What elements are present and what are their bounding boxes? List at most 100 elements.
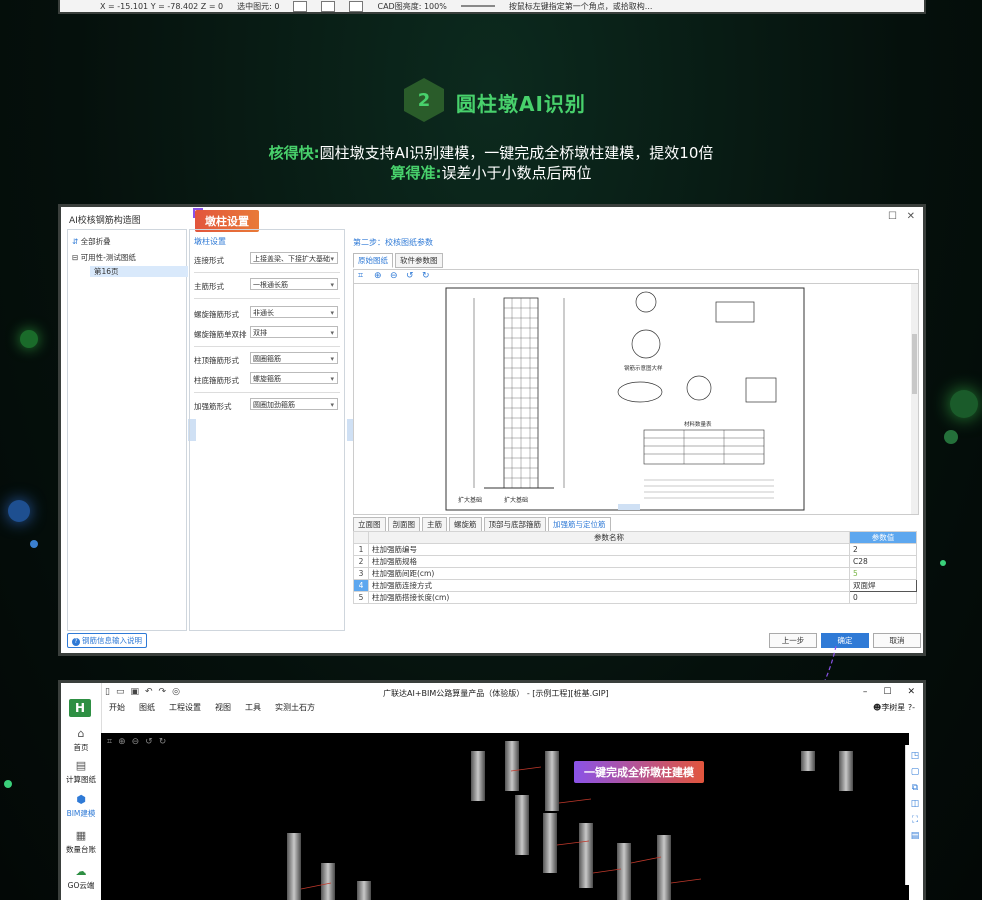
sidebar-item-cloud[interactable]: ☁ GO云端 xyxy=(61,865,101,891)
setting-select[interactable]: 双排 xyxy=(250,326,338,338)
sidebar-item-ledger[interactable]: ▦ 数量台账 xyxy=(61,829,101,855)
table-row: 5 柱加强筋搭接长度(cm) 0 xyxy=(353,591,917,604)
tab-elevation[interactable]: 立面图 xyxy=(353,517,386,532)
help-icon[interactable]: ?- xyxy=(908,703,915,712)
tab-original-drawing[interactable]: 原始图纸 xyxy=(353,253,393,268)
menu-item[interactable]: 图纸 xyxy=(139,702,155,713)
help-button[interactable]: ? 钢筋信息输入说明 xyxy=(67,633,147,648)
tab-top-bottom-stirrup[interactable]: 顶部与底部箍筋 xyxy=(483,517,546,532)
canvas-toolbar: ⌗ ⊕ ⊖ ↺ ↻ xyxy=(107,737,166,747)
param-value[interactable]: 5 xyxy=(849,567,917,580)
setting-spiral-form: 螺旋箍筋形式 非通长 xyxy=(194,306,340,320)
new-icon[interactable]: ▯ xyxy=(105,687,110,697)
param-value[interactable]: 0 xyxy=(849,591,917,604)
sidebar-item-drawings[interactable]: ▤ 计算图纸 xyxy=(61,759,101,785)
close-icon[interactable]: ✕ xyxy=(907,211,915,222)
bim-app-window: H ⌂ 首页 ▤ 计算图纸 ⬢ BIM建模 ▦ 数量台账 ☁ GO云端 ▯ ▭ ▣ ↶ ↷ ◎ 广联… xyxy=(58,680,926,900)
tab-software-drawing[interactable]: 软件参数图 xyxy=(395,253,443,268)
tree-root[interactable]: ⊟ 可用性-测试图纸 xyxy=(72,252,136,263)
open-icon[interactable]: ▭ xyxy=(116,687,125,697)
cancel-button[interactable]: 取消 xyxy=(873,633,921,648)
user-info[interactable]: ☻李树星 ?- xyxy=(873,702,915,713)
sidebar-item-bim[interactable]: ⬢ BIM建模 xyxy=(61,793,101,819)
menu-item[interactable]: 工程设置 xyxy=(169,702,201,713)
menu-item[interactable]: 视图 xyxy=(215,702,231,713)
param-name: 柱加强筋连接方式 xyxy=(368,579,850,592)
menu-item[interactable]: 工具 xyxy=(245,702,261,713)
tree-page-item[interactable]: 第16页 xyxy=(90,266,188,277)
setting-stiffener: 加强筋形式 圆圈加劲箍筋 xyxy=(194,398,340,412)
rotate-left-icon[interactable]: ↺ xyxy=(406,271,414,281)
pier-settings-panel: 墩柱设置 连接形式 上接盖梁、下接扩大基础 主筋形式 一根通长筋 螺旋箍筋形式 非通长… xyxy=(189,229,345,631)
setting-label: 柱顶箍筋形式 xyxy=(194,356,239,365)
row-number: 5 xyxy=(353,591,369,604)
tab-section[interactable]: 剖面图 xyxy=(387,517,420,532)
rotate-right-icon[interactable]: ↻ xyxy=(159,737,167,747)
tab-stiffener-positioning[interactable]: 加强筋与定位筋 xyxy=(548,517,611,532)
drawing-tree: ⇵ 全部折叠 ⊟ 可用性-测试图纸 第16页 xyxy=(67,229,188,631)
tree-collapse-all[interactable]: ⇵ 全部折叠 xyxy=(72,236,111,247)
setting-main-bar: 主筋形式 一根通长筋 xyxy=(194,278,340,292)
rotate-left-icon[interactable]: ↺ xyxy=(145,737,153,747)
zoom-out-icon[interactable]: ⊖ xyxy=(132,737,140,747)
setting-select[interactable]: 非通长 xyxy=(250,306,338,318)
sidebar-label: 计算图纸 xyxy=(66,775,96,784)
rotate-right-icon[interactable]: ↻ xyxy=(422,271,430,281)
rect-tool-icon[interactable] xyxy=(321,0,336,12)
minimize-icon[interactable]: – xyxy=(863,687,868,697)
menu-item[interactable]: 开始 xyxy=(109,702,125,713)
param-value[interactable]: C28 xyxy=(849,555,917,568)
view-side-icon[interactable]: ◫ xyxy=(906,799,923,809)
view-front-icon[interactable]: ▢ xyxy=(906,767,923,777)
setting-label: 柱底箍筋形式 xyxy=(194,376,239,385)
setting-select[interactable]: 一根通长筋 xyxy=(250,278,338,290)
view-3d-icon[interactable]: ◳ xyxy=(906,751,923,761)
detail-title: 钢筋示意图大样 xyxy=(624,364,663,372)
fit-icon[interactable]: ⌗ xyxy=(107,737,112,747)
decor-dot xyxy=(944,430,958,444)
setting-select[interactable]: 圆圈加劲箍筋 xyxy=(250,398,338,410)
feature-line-accuracy: 算得准:误差小于小数点后两位 xyxy=(0,162,982,183)
setting-select[interactable]: 上接盖梁、下接扩大基础 xyxy=(250,252,338,264)
param-value[interactable]: 2 xyxy=(849,543,917,556)
fullscreen-icon[interactable]: ⛶ xyxy=(906,815,923,825)
zoom-out-icon[interactable]: ⊖ xyxy=(390,271,398,281)
close-icon[interactable]: ✕ xyxy=(907,687,915,697)
cloud-icon: ☁ xyxy=(75,865,87,878)
setting-select[interactable]: 螺旋箍筋 xyxy=(250,372,338,384)
zoom-in-icon[interactable]: ⊕ xyxy=(118,737,126,747)
param-value[interactable]: 双面焊 xyxy=(849,579,917,592)
param-tabs: 立面图 剖面图 主筋 螺旋筋 顶部与底部箍筋 加强筋与定位筋 xyxy=(353,517,611,532)
decor-dot xyxy=(940,560,946,566)
properties-icon[interactable]: ▤ xyxy=(906,831,923,841)
setting-select[interactable]: 圆圈箍筋 xyxy=(250,352,338,364)
select-tool-icon[interactable] xyxy=(293,0,308,12)
row-number: 4 xyxy=(353,579,369,592)
viewer-scrollbar[interactable] xyxy=(911,284,918,514)
tab-spiral[interactable]: 螺旋筋 xyxy=(449,517,482,532)
setting-label: 加强筋形式 xyxy=(194,402,232,411)
user-name: 李树星 xyxy=(881,703,906,712)
settings-header: 墩柱设置 xyxy=(194,237,226,246)
ai-check-dialog: AI校核钢筋构造图 墩柱设置 ☐ ✕ ⇵ 全部折叠 ⊟ 可用性-测试图纸 第16… xyxy=(58,204,926,656)
tab-main-bar[interactable]: 主筋 xyxy=(422,517,447,532)
fit-icon[interactable]: ⌗ xyxy=(358,271,363,281)
layer-tool-icon[interactable] xyxy=(349,0,364,12)
brightness-slider[interactable] xyxy=(460,5,495,7)
3d-canvas[interactable]: ⌗ ⊕ ⊖ ↺ ↻ xyxy=(101,733,909,900)
menu-item[interactable]: 实测土石方 xyxy=(275,702,315,713)
save-icon[interactable]: ▣ xyxy=(130,687,139,697)
app-sidebar: H ⌂ 首页 ▤ 计算图纸 ⬢ BIM建模 ▦ 数量台账 ☁ GO云端 xyxy=(61,683,102,900)
callout-tag: 一键完成全桥墩柱建模 xyxy=(574,761,704,783)
redo-icon[interactable]: ↷ xyxy=(159,687,167,697)
maximize-icon[interactable]: ☐ xyxy=(888,211,897,222)
view-icon[interactable]: ◎ xyxy=(172,687,180,697)
sidebar-item-home[interactable]: ⌂ 首页 xyxy=(61,727,101,753)
home-icon: ⌂ xyxy=(77,727,85,740)
undo-icon[interactable]: ↶ xyxy=(145,687,153,697)
table-row: 3 柱加强筋间距(cm) 5 xyxy=(353,567,917,580)
maximize-icon[interactable]: ☐ xyxy=(883,687,891,697)
zoom-in-icon[interactable]: ⊕ xyxy=(374,271,382,281)
view-box-icon[interactable]: ⧉ xyxy=(906,783,923,793)
drawing-viewer[interactable]: 扩大基础 扩大基础 钢筋示意图大样 材料数量表 xyxy=(353,283,919,515)
